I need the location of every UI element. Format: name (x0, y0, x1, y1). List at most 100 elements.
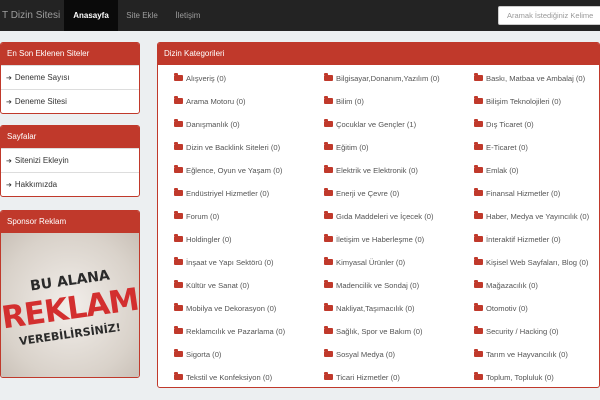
arrow-right-icon: ➔ (6, 75, 12, 82)
folder-icon (174, 165, 183, 173)
category-link[interactable]: Çocuklar ve Gençler (1) (324, 118, 416, 132)
category-link[interactable]: Nakliyat,Taşımacılık (0) (324, 302, 414, 316)
category-link[interactable]: Toplum, Topluluk (0) (474, 371, 554, 385)
category-link[interactable]: Security / Hacking (0) (474, 325, 559, 339)
category-link[interactable]: Tarım ve Hayvancılık (0) (474, 348, 568, 362)
folder-icon (474, 73, 483, 81)
category-link[interactable]: Gıda Maddeleri ve İçecek (0) (324, 210, 434, 224)
category-label: Tarım ve Hayvancılık (0) (486, 350, 568, 359)
categories-title: Dizin Kategorileri (158, 43, 599, 65)
category-label: Dış Ticaret (0) (486, 120, 534, 129)
category-label: İletişim ve Haberleşme (0) (336, 235, 425, 244)
category-link[interactable]: Sosyal Medya (0) (324, 348, 395, 362)
category-link[interactable]: İnşaat ve Yapı Sektörü (0) (174, 256, 274, 270)
category-link[interactable]: Bilim (0) (324, 95, 364, 109)
category-link[interactable]: Emlak (0) (474, 164, 519, 178)
category-link[interactable]: Enerji ve Çevre (0) (324, 187, 399, 201)
recent-site-label: Deneme Sayısı (14, 73, 70, 82)
category-link[interactable]: Arama Motoru (0) (174, 95, 246, 109)
category-label: Dizin ve Backlink Siteleri (0) (186, 143, 281, 152)
category-label: Sigorta (0) (186, 350, 222, 359)
page-link-hakkimizda[interactable]: ➔ Hakkımızda (1, 172, 139, 196)
category-label: Sosyal Medya (0) (336, 350, 396, 359)
category-link[interactable]: Sigorta (0) (174, 348, 221, 362)
category-label: Elektrik ve Elektronik (0) (336, 166, 418, 175)
folder-icon (474, 165, 483, 173)
category-link[interactable]: İletişim ve Haberleşme (0) (324, 233, 424, 247)
category-link[interactable]: Kişisel Web Sayfaları, Blog (0) (474, 256, 588, 270)
category-link[interactable]: Danışmanlık (0) (174, 118, 240, 132)
nav-item-iletisim[interactable]: İletişim (166, 0, 210, 31)
folder-icon (474, 349, 483, 357)
category-link[interactable]: E-Ticaret (0) (474, 141, 528, 155)
pages-panel: Sayfalar ➔ Sitenizi Ekleyin ➔ Hakkımızda (0, 125, 140, 197)
category-label: Ticari Hizmetler (0) (336, 373, 400, 382)
category-link[interactable]: Madencilik ve Sondaj (0) (324, 279, 419, 293)
folder-icon (474, 372, 483, 380)
category-link[interactable]: Baskı, Matbaa ve Ambalaj (0) (474, 72, 585, 86)
category-link[interactable]: Holdingler (0) (174, 233, 232, 247)
sponsor-ad-banner[interactable]: BU ALANA REKLAM VEREBİLİRSİNİZ! (1, 233, 139, 377)
category-label: Eğitim (0) (336, 143, 369, 152)
category-label: Finansal Hizmetler (0) (486, 189, 561, 198)
category-label: Haber, Medya ve Yayıncılık (0) (486, 212, 590, 221)
site-brand[interactable]: T Dizin Sitesi (0, 0, 60, 31)
category-link[interactable]: Forum (0) (174, 210, 219, 224)
recent-site-item[interactable]: ➔ Deneme Sayısı (1, 65, 139, 89)
folder-icon (474, 142, 483, 150)
category-label: Gıda Maddeleri ve İçecek (0) (336, 212, 434, 221)
category-link[interactable]: Dizin ve Backlink Siteleri (0) (174, 141, 280, 155)
recent-site-item[interactable]: ➔ Deneme Sitesi (1, 89, 139, 113)
category-label: Baskı, Matbaa ve Ambalaj (0) (486, 74, 586, 83)
page-link-sitenizi-ekleyin[interactable]: ➔ Sitenizi Ekleyin (1, 148, 139, 172)
category-link[interactable]: Tekstil ve Konfeksiyon (0) (174, 371, 272, 385)
category-link[interactable]: Ticari Hizmetler (0) (324, 371, 400, 385)
nav-item-anasayfa[interactable]: Anasayfa (64, 0, 118, 31)
category-link[interactable]: Finansal Hizmetler (0) (474, 187, 560, 201)
category-link[interactable]: Elektrik ve Elektronik (0) (324, 164, 418, 178)
category-label: Reklamcılık ve Pazarlama (0) (186, 327, 286, 336)
category-link[interactable]: Mobilya ve Dekorasyon (0) (174, 302, 276, 316)
category-label: Mağazacılık (0) (486, 281, 538, 290)
category-label: Forum (0) (186, 212, 220, 221)
folder-icon (474, 119, 483, 127)
category-link[interactable]: Bilişim Teknolojileri (0) (474, 95, 561, 109)
search-input[interactable] (499, 7, 600, 24)
folder-icon (324, 165, 333, 173)
category-link[interactable]: Sağlık, Spor ve Bakım (0) (324, 325, 423, 339)
folder-icon (324, 280, 333, 288)
category-link[interactable]: Eğlence, Oyun ve Yaşam (0) (174, 164, 282, 178)
folder-icon (324, 96, 333, 104)
category-label: Kimyasal Ürünler (0) (336, 258, 406, 267)
nav-item-site-ekle[interactable]: Site Ekle (118, 0, 166, 31)
category-label: Endüstriyel Hizmetler (0) (186, 189, 270, 198)
folder-icon (324, 142, 333, 150)
folder-icon (174, 73, 183, 81)
category-link[interactable]: Otomotiv (0) (474, 302, 528, 316)
folder-icon (174, 211, 183, 219)
category-label: Alışveriş (0) (186, 74, 227, 83)
category-label: Kültür ve Sanat (0) (186, 281, 250, 290)
category-label: Emlak (0) (486, 166, 519, 175)
category-link[interactable]: Bilgisayar,Donanım,Yazılım (0) (324, 72, 440, 86)
category-link[interactable]: Kimyasal Ürünler (0) (324, 256, 405, 270)
folder-icon (174, 326, 183, 334)
category-label: Holdingler (0) (186, 235, 232, 244)
category-link[interactable]: Alışveriş (0) (174, 72, 226, 86)
category-label: İnşaat ve Yapı Sektörü (0) (186, 258, 274, 267)
folder-icon (324, 372, 333, 380)
category-link[interactable]: Reklamcılık ve Pazarlama (0) (174, 325, 285, 339)
category-link[interactable]: İnteraktif Hizmetler (0) (474, 233, 561, 247)
category-link[interactable]: Endüstriyel Hizmetler (0) (174, 187, 269, 201)
category-link[interactable]: Mağazacılık (0) (474, 279, 538, 293)
category-link[interactable]: Dış Ticaret (0) (474, 118, 534, 132)
folder-icon (474, 234, 483, 242)
folder-icon (474, 257, 483, 265)
folder-icon (174, 188, 183, 196)
folder-icon (174, 372, 183, 380)
category-link[interactable]: Kültür ve Sanat (0) (174, 279, 249, 293)
category-link[interactable]: Eğitim (0) (324, 141, 369, 155)
folder-icon (174, 303, 183, 311)
category-link[interactable]: Haber, Medya ve Yayıncılık (0) (474, 210, 589, 224)
top-navbar: T Dizin Sitesi Anasayfa Site Ekle İletiş… (0, 0, 600, 31)
